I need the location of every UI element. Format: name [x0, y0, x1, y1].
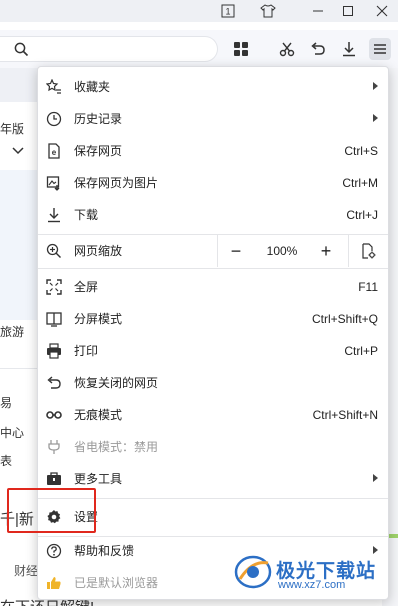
menu-label: 分屏模式: [74, 312, 123, 326]
undo-icon[interactable]: [307, 38, 329, 60]
maximize-icon[interactable]: [334, 0, 362, 22]
search-input[interactable]: [40, 40, 210, 58]
search-icon: [14, 42, 29, 60]
svg-text:1: 1: [225, 7, 230, 17]
menu-label: 无痕模式: [74, 408, 123, 422]
svg-text:e: e: [52, 148, 57, 157]
menu-shortcut: Ctrl+Shift+N: [312, 408, 378, 422]
menu-icon[interactable]: [369, 38, 391, 60]
apps-grid-icon[interactable]: [230, 38, 252, 60]
zoom-out-button[interactable]: −: [224, 239, 248, 263]
bg-fragment-travel: 旅游: [0, 325, 25, 339]
menu-item-save-as-image[interactable]: 保存网页为图片 Ctrl+M: [38, 167, 388, 199]
menu-label: 帮助和反馈: [74, 544, 135, 558]
menu-label: 下载: [74, 208, 99, 222]
bg-fragment-year-edition: 年版: [0, 122, 25, 136]
submenu-arrow-icon: [373, 474, 378, 482]
image-save-icon: [46, 175, 62, 191]
download-icon: [46, 207, 62, 223]
menu-item-split-screen[interactable]: 分屏模式 Ctrl+Shift+Q: [38, 303, 388, 335]
watermark-logo-icon: [234, 555, 272, 589]
menu-item-fullscreen[interactable]: 全屏 F11: [38, 271, 388, 303]
download-icon[interactable]: [338, 38, 360, 60]
zoom-icon: [46, 243, 62, 259]
address-search-bar[interactable]: [0, 36, 218, 62]
menu-label: 打印: [74, 344, 99, 358]
menu-shortcut: F11: [358, 280, 378, 294]
bg-fragment-center: 中心: [0, 426, 25, 440]
tab-count-icon[interactable]: 1: [214, 0, 242, 22]
menu-label: 省电模式：禁用: [74, 440, 159, 454]
bg-fragment-finance: 财经: [14, 564, 39, 578]
scissors-icon[interactable]: [276, 38, 298, 60]
menu-item-zoom: 网页缩放 − 100% +: [38, 235, 388, 267]
menu-label: 收藏夹: [74, 80, 111, 94]
menu-shortcut: Ctrl+J: [346, 208, 378, 222]
star-list-icon: [46, 79, 62, 95]
menu-label: 网页缩放: [74, 244, 123, 258]
menu-separator: [38, 268, 388, 269]
restore-icon: [46, 375, 62, 391]
menu-shortcut: Ctrl+S: [344, 144, 378, 158]
watermark-logo: 极光下载站 www.xz7.com: [230, 552, 398, 592]
bg-divider: [0, 368, 40, 369]
bg-fragment-1: 易: [0, 396, 13, 410]
toolbox-icon: [46, 471, 62, 487]
menu-label: 更多工具: [74, 472, 123, 486]
menu-item-favorites[interactable]: 收藏夹: [38, 71, 388, 103]
help-icon: [46, 543, 62, 559]
incognito-icon: [46, 407, 62, 423]
toolbar: [0, 30, 398, 68]
menu-shortcut: Ctrl+P: [344, 344, 378, 358]
submenu-arrow-icon: [373, 114, 378, 122]
menu-item-save-page[interactable]: e 保存网页 Ctrl+S: [38, 135, 388, 167]
watermark-url: www.xz7.com: [278, 579, 346, 591]
zoom-divider: [217, 235, 218, 267]
title-bar: 1: [0, 0, 398, 22]
zoom-in-button[interactable]: +: [314, 239, 338, 263]
printer-icon: [46, 343, 62, 359]
menu-label: 全屏: [74, 280, 99, 294]
zoom-level: 100%: [266, 244, 298, 258]
save-page-icon: e: [46, 143, 62, 159]
bg-fragment-table: 表: [0, 454, 13, 468]
menu-item-downloads[interactable]: 下载 Ctrl+J: [38, 199, 388, 231]
menu-label: 已是默认浏览器: [74, 576, 159, 590]
plug-icon: [46, 439, 62, 455]
menu-item-power-saver: 省电模式：禁用: [38, 431, 388, 463]
fullscreen-icon: [46, 279, 62, 295]
menu-item-incognito[interactable]: 无痕模式 Ctrl+Shift+N: [38, 399, 388, 431]
menu-label: 恢复关闭的网页: [74, 376, 159, 390]
close-icon[interactable]: [368, 0, 396, 22]
submenu-arrow-icon: [373, 82, 378, 90]
menu-item-history[interactable]: 历史记录: [38, 103, 388, 135]
menu-label: 保存网页为图片: [74, 176, 159, 190]
menu-shortcut: Ctrl+Shift+Q: [311, 312, 378, 326]
menu-item-print[interactable]: 打印 Ctrl+P: [38, 335, 388, 367]
page-settings-icon[interactable]: [360, 243, 376, 259]
menu-item-restore-closed[interactable]: 恢复关闭的网页: [38, 367, 388, 399]
bg-banner: [0, 170, 40, 320]
zoom-divider: [348, 235, 349, 267]
split-screen-icon: [46, 311, 62, 327]
menu-shortcut: Ctrl+M: [342, 176, 378, 190]
minimize-icon[interactable]: [304, 0, 332, 22]
skin-icon[interactable]: [254, 0, 282, 22]
chevron-down-icon: [12, 144, 24, 158]
settings-highlight-box: [7, 488, 96, 533]
thumbs-up-icon: [46, 575, 62, 591]
menu-label: 保存网页: [74, 144, 123, 158]
clock-icon: [46, 111, 62, 127]
menu-label: 历史记录: [74, 112, 123, 126]
